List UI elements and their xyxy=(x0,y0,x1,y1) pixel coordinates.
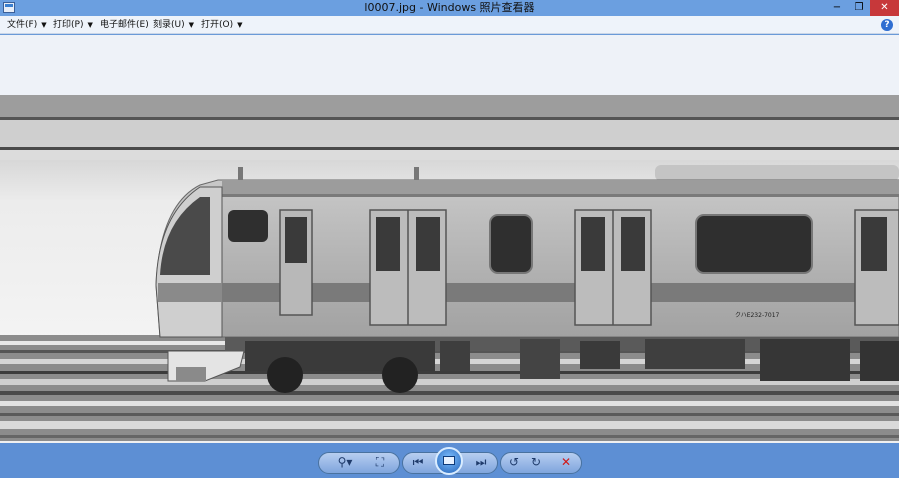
help-icon[interactable]: ? xyxy=(881,19,893,31)
delete-icon[interactable]: ✕ xyxy=(555,452,577,472)
menu-burn[interactable]: 刻录(U) ▼ xyxy=(153,16,194,34)
chevron-down-icon: ▼ xyxy=(188,21,195,29)
window-title: l0007.jpg - Windows 照片查看器 xyxy=(364,1,535,14)
fit-window-icon[interactable]: ⛶ xyxy=(369,452,391,472)
title-bar: l0007.jpg - Windows 照片查看器 − ❐ ✕ xyxy=(0,0,899,16)
chevron-down-icon: ▼ xyxy=(237,21,243,29)
chevron-down-icon: ▼ xyxy=(41,21,47,29)
train-photo: クハE232-7017 xyxy=(0,95,899,451)
slideshow-icon xyxy=(443,456,455,465)
close-button[interactable]: ✕ xyxy=(870,0,899,16)
restore-button[interactable]: ❐ xyxy=(848,0,870,16)
next-icon[interactable]: ⏭ xyxy=(470,452,492,472)
menu-email[interactable]: 电子邮件(E) xyxy=(100,16,149,34)
zoom-icon[interactable]: ⚲▾ xyxy=(334,452,356,472)
slideshow-button[interactable] xyxy=(435,447,463,475)
menu-bar: 文件(F) ▼ 打印(P) ▼ 电子邮件(E) 刻录(U) ▼ 打开(O) ▼ ? xyxy=(0,16,899,34)
previous-icon[interactable]: ⏮ xyxy=(407,452,429,472)
menu-open[interactable]: 打开(O) ▼ xyxy=(201,16,243,34)
rotate-cw-icon[interactable]: ↻ xyxy=(525,452,547,472)
menu-file[interactable]: 文件(F) ▼ xyxy=(7,16,47,34)
image-viewer: クハE232-7017 xyxy=(0,35,899,451)
car-number-text: クハE232-7017 xyxy=(735,312,780,319)
chevron-down-icon: ▼ xyxy=(87,21,93,29)
minimize-button[interactable]: − xyxy=(826,0,848,16)
menu-print[interactable]: 打印(P) ▼ xyxy=(53,16,93,34)
rotate-ccw-icon[interactable]: ↺ xyxy=(503,452,525,472)
